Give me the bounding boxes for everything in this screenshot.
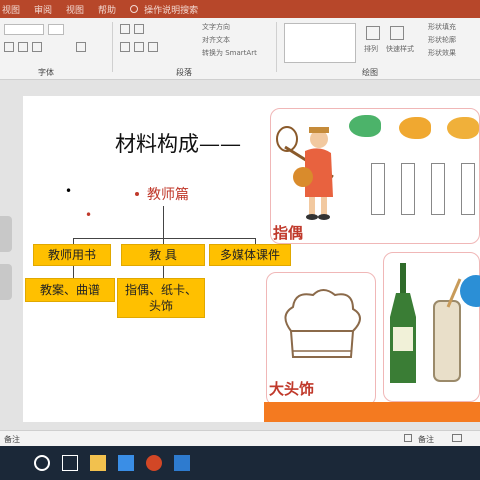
- tab-view-2[interactable]: 视图: [66, 3, 84, 16]
- notes-toggle-left[interactable]: 备注: [4, 434, 20, 445]
- box-multimedia[interactable]: 多媒体课件: [209, 244, 291, 266]
- orange-fish-icon: [399, 117, 431, 139]
- bullets-icon[interactable]: [120, 24, 130, 34]
- slide-title[interactable]: 材料构成——: [115, 128, 241, 158]
- media-app-icon[interactable]: [174, 455, 190, 471]
- puppet-strip: [401, 163, 415, 215]
- font-name-box[interactable]: [4, 24, 44, 35]
- slide-thumbnail[interactable]: [0, 216, 12, 252]
- ribbon: 文字方向 对齐文本 转换为 SmartArt 排列 快速样式 形状填充 形状轮廓…: [0, 18, 480, 80]
- italic-icon[interactable]: [18, 42, 28, 52]
- puppet-strip: [371, 163, 385, 215]
- separator: [276, 22, 277, 72]
- shape-fill-button[interactable]: 形状填充: [428, 22, 456, 32]
- yellow-fish-icon: [447, 117, 479, 139]
- shape-effects-button[interactable]: 形状效果: [428, 48, 456, 58]
- bullet-dot: •: [65, 184, 73, 198]
- group-label-font: 字体: [38, 68, 54, 77]
- green-fish-icon: [349, 115, 381, 137]
- connector: [73, 238, 255, 239]
- align-right-icon[interactable]: [148, 42, 158, 52]
- app-icon[interactable]: [118, 455, 134, 471]
- view-normal-icon[interactable]: [452, 434, 462, 442]
- tab-view[interactable]: 视图: [2, 3, 20, 16]
- puppet-strip: [431, 163, 445, 215]
- connector: [163, 206, 164, 238]
- props-card: [383, 252, 480, 402]
- chef-hat-icon: [284, 289, 361, 358]
- group-label-drawing: 绘图: [362, 68, 378, 77]
- file-explorer-icon[interactable]: [90, 455, 106, 471]
- slide-canvas[interactable]: 材料构成—— • • 教师篇 教师用书 教 具 多媒体课件 教案、曲谱 指偶、纸…: [23, 96, 480, 422]
- tab-help[interactable]: 帮助: [98, 3, 116, 16]
- quick-styles-icon[interactable]: [390, 26, 404, 40]
- search-icon[interactable]: [34, 455, 50, 471]
- notes-icon[interactable]: [404, 434, 412, 442]
- slide-thumbnail[interactable]: [0, 264, 12, 300]
- group-label-paragraph: 段落: [176, 68, 192, 77]
- underline-icon[interactable]: [32, 42, 42, 52]
- text-direction-button[interactable]: 文字方向: [202, 22, 230, 32]
- connector: [73, 266, 74, 278]
- tab-review[interactable]: 审阅: [34, 3, 52, 16]
- shape-outline-button[interactable]: 形状轮廓: [428, 35, 456, 45]
- box-tool-items[interactable]: 指偶、纸卡、头饰: [117, 278, 205, 318]
- editor-workspace: 材料构成—— • • 教师篇 教师用书 教 具 多媒体课件 教案、曲谱 指偶、纸…: [0, 80, 480, 430]
- align-text-button[interactable]: 对齐文本: [202, 35, 230, 45]
- orange-footer-strip: [264, 402, 480, 422]
- bullet-dot: •: [85, 208, 93, 222]
- slide-thumbnails: [0, 86, 14, 416]
- label-finger-puppet: 指偶: [273, 224, 304, 242]
- align-center-icon[interactable]: [134, 42, 144, 52]
- tell-me-search[interactable]: 操作说明搜索: [130, 3, 198, 16]
- numbering-icon[interactable]: [134, 24, 144, 34]
- status-bar: 备注 备注: [0, 430, 480, 446]
- notes-toggle-right[interactable]: 备注: [418, 434, 434, 445]
- task-view-icon[interactable]: [62, 455, 78, 471]
- ribbon-group-labels: 字体 段落 绘图: [0, 67, 480, 77]
- label-headwear: 大头饰: [269, 380, 315, 398]
- powerpoint-icon[interactable]: [146, 455, 162, 471]
- arrange-icon[interactable]: [366, 26, 380, 40]
- box-tools[interactable]: 教 具: [121, 244, 205, 266]
- lightbulb-icon: [130, 5, 139, 13]
- font-color-icon[interactable]: [76, 42, 86, 52]
- os-taskbar: [0, 446, 480, 480]
- red-bullet: [135, 192, 139, 196]
- shapes-gallery[interactable]: [284, 23, 356, 63]
- teacher-branch[interactable]: 教师篇: [135, 184, 189, 204]
- fisherman-illustration-icon: [276, 126, 334, 220]
- quick-styles-button[interactable]: 快速样式: [386, 44, 414, 54]
- box-lesson-plan[interactable]: 教案、曲谱: [25, 278, 115, 302]
- connector: [163, 266, 164, 278]
- arrange-button[interactable]: 排列: [364, 44, 378, 54]
- puppet-strip: [461, 163, 475, 215]
- separator: [112, 22, 113, 72]
- teacher-branch-label: 教师篇: [147, 187, 189, 203]
- align-left-icon[interactable]: [120, 42, 130, 52]
- font-size-box[interactable]: [48, 24, 64, 35]
- bottles-illustration-icon: [390, 263, 480, 383]
- box-teacher-book[interactable]: 教师用书: [33, 244, 111, 266]
- convert-smartart-button[interactable]: 转换为 SmartArt: [202, 48, 257, 58]
- bold-icon[interactable]: [4, 42, 14, 52]
- ribbon-tabs: 视图 审阅 视图 帮助 操作说明搜索: [0, 0, 480, 18]
